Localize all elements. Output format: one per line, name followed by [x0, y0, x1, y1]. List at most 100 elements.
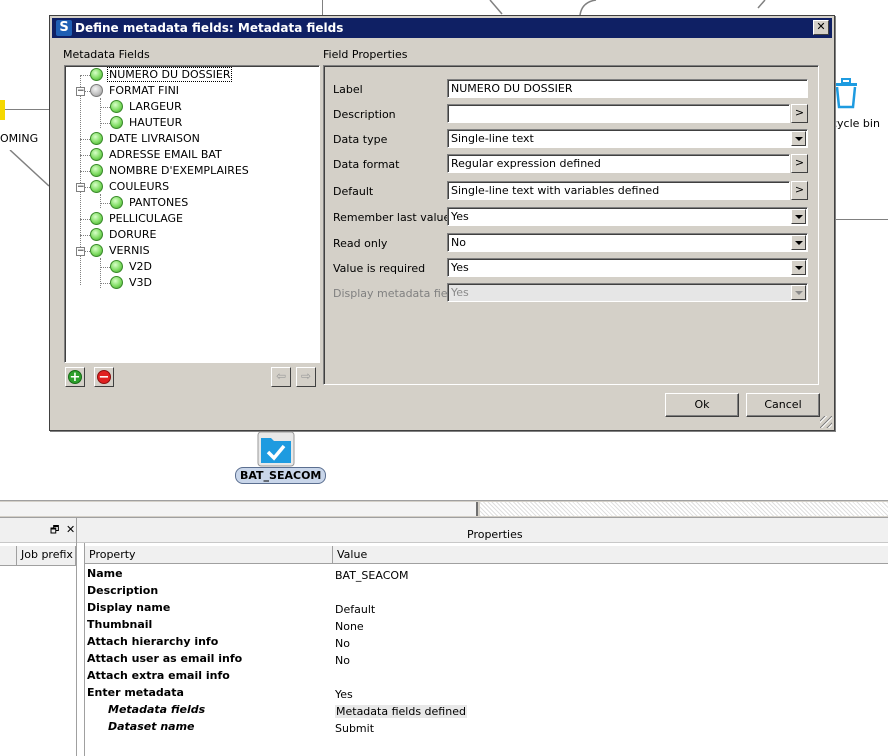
- tree-item[interactable]: − VERNIS: [65, 243, 319, 259]
- field-dropdown[interactable]: No: [447, 233, 808, 252]
- property-row[interactable]: Attach user as email info No: [87, 652, 887, 669]
- property-row[interactable]: Description: [87, 584, 887, 601]
- column-header-property[interactable]: Property: [85, 546, 333, 564]
- property-row[interactable]: Attach hierarchy info No: [87, 635, 887, 652]
- field-value: No: [451, 236, 466, 249]
- property-name: Attach user as email info: [87, 652, 243, 665]
- tree-item[interactable]: PELLICULAGE: [65, 211, 319, 227]
- tree-item[interactable]: NOMBRE D'EXEMPLAIRES: [65, 163, 319, 179]
- property-name: Name: [87, 567, 123, 580]
- move-left-button[interactable]: ⇦: [271, 367, 291, 387]
- tree-item[interactable]: V2D: [65, 259, 319, 275]
- property-name: Metadata fields: [108, 703, 206, 716]
- field-value: NUMERO DU DOSSIER: [451, 82, 573, 95]
- property-value: Yes: [335, 688, 353, 701]
- column-header-job-prefix[interactable]: Job prefix: [17, 546, 76, 566]
- tree-item[interactable]: PANTONES: [65, 195, 319, 211]
- property-value: BAT_SEACOM: [335, 569, 409, 582]
- property-row[interactable]: Metadata fields Metadata fields defined: [87, 703, 887, 720]
- property-row[interactable]: Enter metadata Yes: [87, 686, 887, 703]
- add-icon: +: [68, 370, 82, 385]
- field-input[interactable]: Regular expression defined: [447, 154, 790, 173]
- chevron-down-icon[interactable]: [791, 209, 806, 224]
- tree-item[interactable]: − COULEURS: [65, 179, 319, 195]
- metadata-fields-tree[interactable]: NUMERO DU DOSSIER − FORMAT FINI LARGEUR HAUT…: [64, 65, 320, 363]
- flow-element-label[interactable]: BAT_SEACOM: [235, 467, 327, 484]
- horizontal-splitter[interactable]: [0, 500, 888, 518]
- remove-field-button[interactable]: −: [94, 367, 114, 387]
- canvas-label-left: OMING: [0, 132, 39, 145]
- field-dropdown[interactable]: Single-line text: [447, 129, 808, 148]
- tree-item[interactable]: NUMERO DU DOSSIER: [65, 67, 319, 83]
- tree-item[interactable]: LARGEUR: [65, 99, 319, 115]
- close-panel-icon[interactable]: ✕: [66, 523, 75, 536]
- collapse-icon[interactable]: −: [76, 247, 85, 256]
- tree-item-label: NOMBRE D'EXEMPLAIRES: [109, 164, 249, 177]
- tree-item-label: FORMAT FINI: [109, 84, 180, 97]
- field-value: Yes: [451, 210, 469, 223]
- restore-icon[interactable]: 🗗: [50, 523, 59, 540]
- recycle-bin-icon[interactable]: [833, 77, 859, 109]
- property-value: Submit: [335, 722, 375, 735]
- field-value: Single-line text with variables defined: [451, 184, 660, 197]
- chevron-down-icon: [791, 285, 806, 300]
- field-input[interactable]: [447, 104, 790, 123]
- metadata-dialog: S Define metadata fields: Metadata field…: [49, 15, 835, 431]
- ok-button[interactable]: Ok: [665, 393, 739, 417]
- status-green-icon: [110, 100, 123, 113]
- property-row[interactable]: Dataset name Submit: [87, 720, 887, 737]
- field-input[interactable]: Single-line text with variables defined: [447, 181, 790, 200]
- property-value: Default: [335, 603, 376, 616]
- folder-check-icon[interactable]: [257, 430, 295, 468]
- property-row[interactable]: Thumbnail None: [87, 618, 887, 635]
- field-dropdown: Yes: [447, 283, 808, 302]
- tree-item[interactable]: ADRESSE EMAIL BAT: [65, 147, 319, 163]
- property-name: Thumbnail: [87, 618, 153, 631]
- property-row[interactable]: Attach extra email info: [87, 669, 887, 686]
- field-label: Value is required: [333, 262, 426, 275]
- field-label: Label: [333, 83, 363, 96]
- field-value: Regular expression defined: [451, 157, 601, 170]
- property-row[interactable]: Name BAT_SEACOM: [87, 567, 887, 584]
- edit-value-button[interactable]: >: [791, 104, 808, 123]
- property-row[interactable]: Display name Default: [87, 601, 887, 618]
- dialog-titlebar[interactable]: S Define metadata fields: Metadata field…: [52, 18, 832, 38]
- tree-item[interactable]: V3D: [65, 275, 319, 291]
- add-field-button[interactable]: +: [65, 367, 85, 387]
- tree-item-label: VERNIS: [109, 244, 150, 257]
- cancel-button[interactable]: Cancel: [746, 393, 820, 417]
- status-green-icon: [90, 132, 103, 145]
- move-right-button[interactable]: ⇨: [296, 367, 316, 387]
- status-green-icon: [90, 244, 103, 257]
- property-value: None: [335, 620, 364, 633]
- property-name: Enter metadata: [87, 686, 184, 699]
- field-value: Yes: [451, 261, 469, 274]
- tree-item-label: PANTONES: [129, 196, 189, 209]
- chevron-down-icon[interactable]: [791, 131, 806, 146]
- properties-panel-title: Properties: [467, 528, 523, 541]
- field-dropdown[interactable]: Yes: [447, 207, 808, 226]
- edit-value-button[interactable]: >: [791, 181, 808, 200]
- status-green-icon: [90, 68, 103, 81]
- tree-item-label: DATE LIVRAISON: [109, 132, 200, 145]
- tree-item[interactable]: HAUTEUR: [65, 115, 319, 131]
- edit-value-button[interactable]: >: [791, 154, 808, 173]
- tree-item[interactable]: DORURE: [65, 227, 319, 243]
- property-name: Attach extra email info: [87, 669, 230, 682]
- field-input[interactable]: NUMERO DU DOSSIER: [447, 79, 808, 98]
- status-green-icon: [90, 228, 103, 241]
- collapse-icon[interactable]: −: [76, 87, 85, 96]
- field-value: Single-line text: [451, 132, 534, 145]
- tree-item[interactable]: DATE LIVRAISON: [65, 131, 319, 147]
- close-button[interactable]: ✕: [813, 20, 829, 35]
- tree-item[interactable]: − FORMAT FINI: [65, 83, 319, 99]
- field-label: Display metadata field: [333, 287, 458, 300]
- column-header-value[interactable]: Value: [333, 546, 888, 564]
- chevron-down-icon[interactable]: [791, 235, 806, 250]
- collapse-icon[interactable]: −: [76, 183, 85, 192]
- resize-grip[interactable]: [820, 416, 832, 428]
- tree-item-label: HAUTEUR: [129, 116, 183, 129]
- chevron-down-icon[interactable]: [791, 260, 806, 275]
- field-dropdown[interactable]: Yes: [447, 258, 808, 277]
- status-green-icon: [90, 164, 103, 177]
